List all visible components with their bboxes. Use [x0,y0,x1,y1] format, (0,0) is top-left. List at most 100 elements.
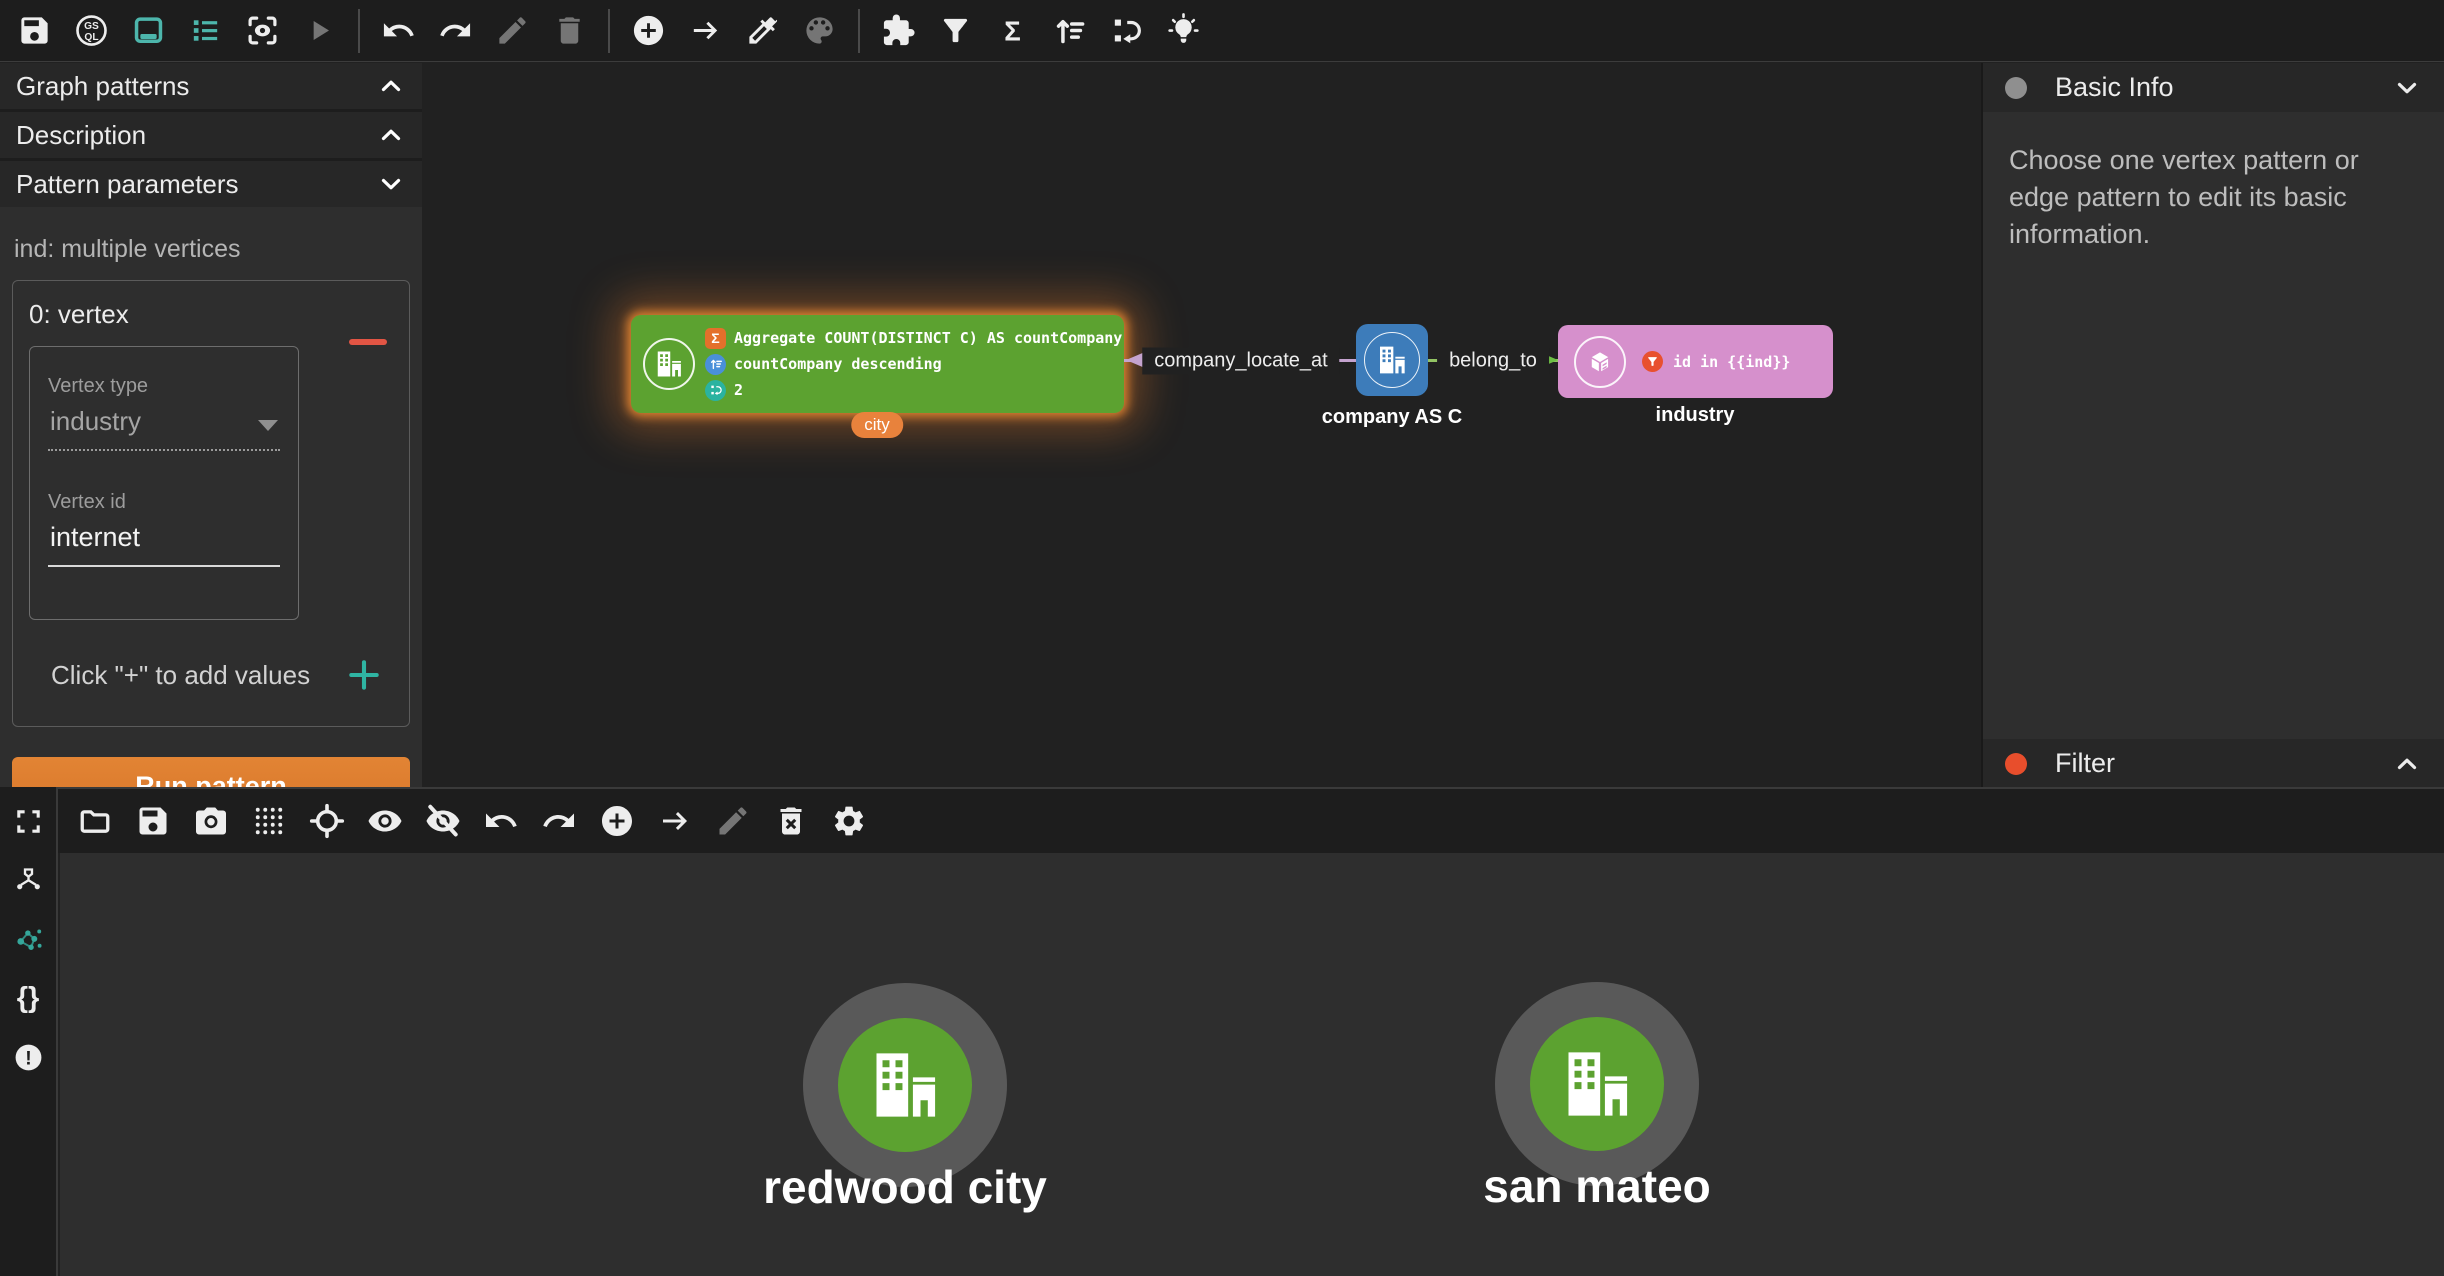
list-view-icon [188,13,223,48]
param-group-label: ind: multiple vertices [14,235,408,264]
limit-button[interactable] [1098,0,1155,62]
pattern-sidebar: Graph patterns Description Pattern param… [0,63,422,787]
toolbar-divider [608,9,610,53]
vertex-pattern-company[interactable] [1356,324,1428,396]
screenshot-camera-icon [193,803,229,839]
vertex-type-select[interactable]: industry [48,398,280,451]
vertex-id-input[interactable]: internet [48,514,280,567]
add-vertex-button[interactable] [620,0,677,62]
grid-layout-button[interactable] [240,788,298,854]
redo-icon [541,803,577,839]
edge-label-company-locate-at[interactable]: company_locate_at [1142,348,1339,375]
force-layout-button[interactable] [6,917,50,961]
industry-vertex-label: industry [1656,404,1735,427]
vertex-pattern-city[interactable]: Σ Aggregate COUNT(DISTINCT C) AS countCo… [631,315,1124,413]
locate-button[interactable] [298,788,356,854]
vertex-pattern-industry[interactable]: id in {{ind}} [1558,325,1833,398]
add-edge-button[interactable] [677,0,734,62]
building-icon [1376,344,1408,376]
edit-button[interactable] [704,788,762,854]
screenshot-button[interactable] [182,788,240,854]
result-vertex-redwood-city[interactable] [838,1018,972,1152]
pattern-canvas[interactable]: Σ Aggregate COUNT(DISTINCT C) AS countCo… [423,63,1981,787]
style-picker-button[interactable] [734,0,791,62]
company-vertex-label: company AS C [1322,406,1462,429]
redo-button[interactable] [530,788,588,854]
locate-crosshair-icon [309,803,345,839]
explorer-side-strip: {} ! [0,787,58,1276]
aggregate-rule: Σ Aggregate COUNT(DISTINCT C) AS countCo… [705,328,1122,349]
city-vertex-tag[interactable]: city [851,412,903,438]
undo-icon [483,803,519,839]
color-palette-button[interactable] [791,0,848,62]
hide-button[interactable] [414,788,472,854]
suggestion-bulb-icon [1166,13,1201,48]
result-vertex-san-mateo[interactable] [1530,1017,1664,1151]
section-pattern-parameters[interactable]: Pattern parameters [0,161,422,207]
settings-button[interactable] [820,788,878,854]
remove-value-button[interactable] [349,339,387,345]
chevron-down-icon [2392,73,2422,103]
vertex-type-value: industry [50,406,141,437]
edge-label-belong-to[interactable]: belong_to [1437,348,1549,375]
result-vertex-label: redwood city [763,1160,1047,1214]
city-vertex-rules: Σ Aggregate COUNT(DISTINCT C) AS countCo… [705,328,1122,401]
delete-button[interactable] [541,0,598,62]
section-label: Graph patterns [16,71,189,102]
sidebar-sections: Graph patterns Description Pattern param… [0,63,422,207]
sort-rule-text: countCompany descending [734,355,942,373]
section-description[interactable]: Description [0,112,422,158]
add-edge-button[interactable] [646,788,704,854]
result-canvas[interactable]: redwood city san mateo [60,853,2444,1276]
pattern-view-button[interactable] [120,0,177,62]
list-view-button[interactable] [177,0,234,62]
force-layout-icon [13,924,44,955]
add-vertex-icon [599,803,635,839]
json-braces-icon: {} [17,982,40,1015]
json-view-button[interactable]: {} [6,976,50,1020]
alerts-button[interactable]: ! [6,1035,50,1079]
hierarchy-layout-button[interactable] [6,858,50,902]
delete-button[interactable] [762,788,820,854]
save-button[interactable] [6,0,63,62]
open-button[interactable] [66,788,124,854]
edit-button[interactable] [484,0,541,62]
fullscreen-button[interactable] [6,799,50,843]
section-graph-patterns[interactable]: Graph patterns [0,63,422,109]
aggregate-button[interactable]: Σ [984,0,1041,62]
chevron-up-icon [2392,749,2422,779]
add-vertex-button[interactable] [588,788,646,854]
toolbar-divider [858,9,860,53]
sort-icon [1052,13,1087,48]
suggestion-button[interactable] [1155,0,1212,62]
svg-text:QL: QL [84,32,98,43]
redo-button[interactable] [427,0,484,62]
vertex-id-label: Vertex id [48,491,280,514]
filter-header[interactable]: Filter [1983,739,2444,788]
aggregate-sigma-icon: Σ [995,13,1030,48]
delete-trash-icon [552,13,587,48]
add-value-button[interactable] [345,656,383,694]
save-button[interactable] [124,788,182,854]
city-vertex-circle [643,338,695,390]
aggregate-rule-text: Aggregate COUNT(DISTINCT C) AS countComp… [734,329,1122,347]
run-step-button[interactable] [291,0,348,62]
graph-pattern-editor: GS QL Σ Graph patterns [0,0,2444,1276]
show-button[interactable] [356,788,414,854]
gsql-code-button[interactable]: GS QL [63,0,120,62]
pattern-view-icon [131,13,166,48]
undo-button[interactable] [472,788,530,854]
alert-icon: ! [13,1042,44,1073]
filter-button[interactable] [927,0,984,62]
hide-eye-off-icon [425,803,461,839]
undo-button[interactable] [370,0,427,62]
settings-gear-icon [831,803,867,839]
sort-rule: countCompany descending [705,354,1122,375]
basic-info-header[interactable]: Basic Info [1983,63,2444,112]
pattern-fragment-button[interactable] [870,0,927,62]
sort-button[interactable] [1041,0,1098,62]
svg-text:GS: GS [84,21,99,32]
preview-button[interactable] [234,0,291,62]
limit-rule-text: 2 [734,381,743,399]
pattern-puzzle-icon [881,13,916,48]
